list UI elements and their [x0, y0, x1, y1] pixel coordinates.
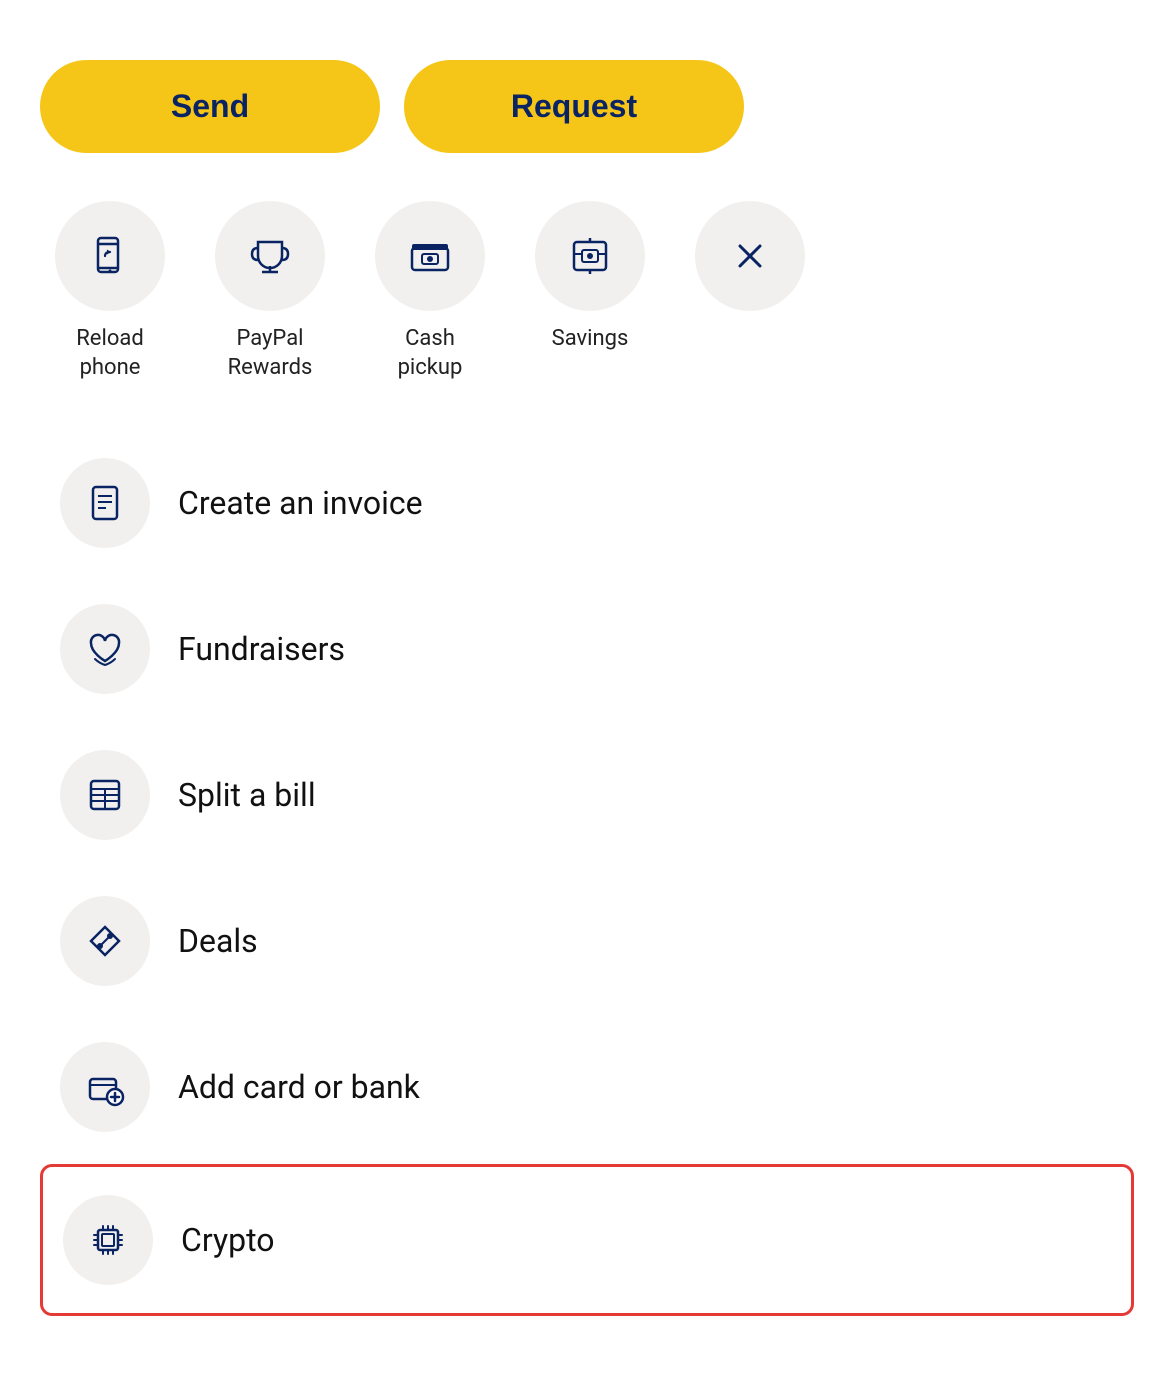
menu-item-fundraisers[interactable]: Fundraisers — [40, 576, 1134, 722]
deals-icon — [85, 921, 125, 961]
savings-icon — [568, 234, 612, 278]
menu-item-crypto[interactable]: Crypto — [40, 1164, 1134, 1316]
menu-label-crypto: Crypto — [181, 1221, 274, 1259]
menu-label-create-invoice: Create an invoice — [178, 484, 423, 522]
invoice-icon — [85, 483, 125, 523]
paypal-rewards-label: PayPalRewards — [228, 325, 313, 382]
crypto-icon-circle — [63, 1195, 153, 1285]
menu-label-deals: Deals — [178, 922, 258, 960]
menu-item-create-invoice[interactable]: Create an invoice — [40, 430, 1134, 576]
shortcut-cash-pickup[interactable]: Cashpickup — [360, 201, 500, 382]
send-button[interactable]: Send — [40, 60, 380, 153]
menu-label-add-card-bank: Add card or bank — [178, 1068, 420, 1106]
reload-phone-icon — [88, 234, 132, 278]
reload-phone-label: Reloadphone — [76, 325, 144, 382]
shortcut-grid: Reloadphone PayPalRewards Cashpickup — [40, 201, 1134, 382]
menu-label-split-bill: Split a bill — [178, 776, 316, 814]
add-bank-icon-circle — [60, 1042, 150, 1132]
fundraiser-icon-circle — [60, 604, 150, 694]
savings-label: Savings — [552, 325, 629, 354]
add-bank-icon — [85, 1067, 125, 1107]
split-bill-icon — [85, 775, 125, 815]
shortcut-paypal-rewards[interactable]: PayPalRewards — [200, 201, 340, 382]
top-buttons-row: Send Request — [40, 60, 1134, 153]
cash-pickup-circle — [375, 201, 485, 311]
crypto-icon — [88, 1220, 128, 1260]
menu-item-deals[interactable]: Deals — [40, 868, 1134, 1014]
trophy-icon — [248, 234, 292, 278]
paypal-rewards-circle — [215, 201, 325, 311]
menu-item-split-bill[interactable]: Split a bill — [40, 722, 1134, 868]
menu-label-fundraisers: Fundraisers — [178, 630, 345, 668]
shortcut-savings[interactable]: Savings — [520, 201, 660, 354]
savings-circle — [535, 201, 645, 311]
fundraiser-icon — [85, 629, 125, 669]
deals-icon-circle — [60, 896, 150, 986]
shortcut-close[interactable] — [680, 201, 820, 325]
close-icon — [728, 234, 772, 278]
cash-pickup-icon — [408, 234, 452, 278]
request-button[interactable]: Request — [404, 60, 744, 153]
invoice-icon-circle — [60, 458, 150, 548]
close-circle — [695, 201, 805, 311]
shortcut-reload-phone[interactable]: Reloadphone — [40, 201, 180, 382]
reload-phone-circle — [55, 201, 165, 311]
menu-list: Create an invoice Fundraisers Split a bi… — [40, 430, 1134, 1320]
cash-pickup-label: Cashpickup — [398, 325, 463, 382]
menu-item-add-card-bank[interactable]: Add card or bank — [40, 1014, 1134, 1160]
split-bill-icon-circle — [60, 750, 150, 840]
